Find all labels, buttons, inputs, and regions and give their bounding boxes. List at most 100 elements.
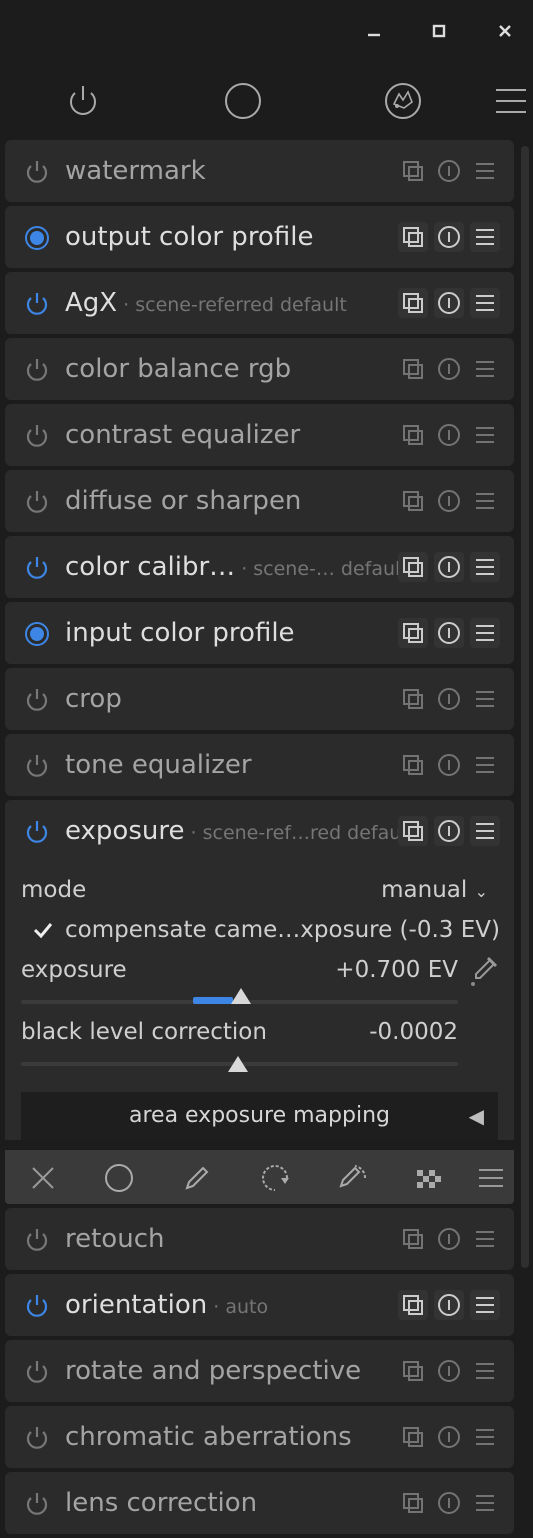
- power-icon[interactable]: [23, 356, 51, 384]
- presets-menu-icon[interactable]: [470, 1290, 500, 1320]
- presets-menu-icon[interactable]: [470, 552, 500, 582]
- close-x-icon[interactable]: [27, 1162, 59, 1194]
- presets-menu-icon[interactable]: [470, 816, 500, 846]
- power-icon[interactable]: [23, 1424, 51, 1452]
- presets-menu-icon[interactable]: [470, 618, 500, 648]
- minimize-icon[interactable]: [361, 18, 387, 44]
- module-chromatic-aberrations[interactable]: chromatic aberrations: [5, 1406, 514, 1468]
- power-icon[interactable]: [23, 158, 51, 186]
- reset-icon[interactable]: [434, 354, 464, 384]
- module-output-color-profile[interactable]: output color profile: [5, 206, 514, 268]
- pencil-icon[interactable]: [181, 1162, 213, 1194]
- black-level-slider[interactable]: black level correction -0.0002: [5, 1012, 514, 1072]
- area-exposure-mapping-button[interactable]: area exposure mapping ◀: [21, 1092, 498, 1140]
- presets-menu-icon[interactable]: [470, 354, 500, 384]
- mode-dropdown[interactable]: mode manual ⌄: [5, 870, 514, 910]
- reset-icon[interactable]: [434, 1488, 464, 1518]
- reset-icon[interactable]: [434, 1224, 464, 1254]
- module-orientation[interactable]: orientation · auto: [5, 1274, 514, 1336]
- menu-icon[interactable]: [490, 80, 532, 122]
- presets-menu-icon[interactable]: [470, 222, 500, 252]
- presets-menu-icon[interactable]: [470, 750, 500, 780]
- multi-instance-icon[interactable]: [398, 552, 428, 582]
- reset-icon[interactable]: [434, 420, 464, 450]
- close-icon[interactable]: [492, 18, 518, 44]
- module-color-balance-rgb[interactable]: color balance rgb: [5, 338, 514, 400]
- reset-icon[interactable]: [434, 750, 464, 780]
- exposure-header[interactable]: exposure · scene-ref…red default: [5, 800, 514, 862]
- black-level-slider-handle[interactable]: [228, 1056, 248, 1072]
- multi-instance-icon[interactable]: [398, 222, 428, 252]
- power-icon[interactable]: [23, 554, 51, 582]
- reset-icon[interactable]: [434, 486, 464, 516]
- drawn-parametric-brush-icon[interactable]: [337, 1162, 369, 1194]
- module-contrast-equalizer[interactable]: contrast equalizer: [5, 404, 514, 466]
- compensate-checkbox[interactable]: compensate came…xposure (-0.3 EV): [5, 910, 514, 950]
- power-icon[interactable]: [23, 224, 51, 252]
- reset-icon[interactable]: [434, 1290, 464, 1320]
- module-tone-equalizer[interactable]: tone equalizer: [5, 734, 514, 796]
- multi-instance-icon[interactable]: [398, 1290, 428, 1320]
- power-icon[interactable]: [23, 422, 51, 450]
- power-icon[interactable]: [23, 752, 51, 780]
- color-picker-icon[interactable]: [466, 954, 500, 988]
- multi-instance-icon[interactable]: [398, 1488, 428, 1518]
- reset-icon[interactable]: [434, 288, 464, 318]
- multi-instance-icon[interactable]: [398, 750, 428, 780]
- multi-instance-icon[interactable]: [398, 486, 428, 516]
- module-color-calibr[interactable]: color calibr… · scene-… default: [5, 536, 514, 598]
- presets-menu-icon[interactable]: [470, 1224, 500, 1254]
- reset-icon[interactable]: [434, 156, 464, 186]
- module-watermark[interactable]: watermark: [5, 140, 514, 202]
- presets-icon[interactable]: [382, 80, 424, 122]
- power-icon[interactable]: [23, 620, 51, 648]
- circle-icon[interactable]: [222, 80, 264, 122]
- reset-icon[interactable]: [434, 1356, 464, 1386]
- module-agx[interactable]: AgX · scene-referred default: [5, 272, 514, 334]
- reset-icon[interactable]: [434, 816, 464, 846]
- multi-instance-icon[interactable]: [398, 816, 428, 846]
- module-diffuse-or-sharpen[interactable]: diffuse or sharpen: [5, 470, 514, 532]
- reset-icon[interactable]: [434, 618, 464, 648]
- presets-menu-icon[interactable]: [470, 684, 500, 714]
- multi-instance-icon[interactable]: [398, 156, 428, 186]
- exposure-slider-handle[interactable]: [231, 988, 251, 1004]
- circle-mask-icon[interactable]: [103, 1162, 135, 1194]
- presets-menu-icon[interactable]: [470, 486, 500, 516]
- power-icon[interactable]: [23, 1358, 51, 1386]
- power-icon[interactable]: [62, 80, 104, 122]
- power-icon[interactable]: [23, 1490, 51, 1518]
- exposure-slider[interactable]: exposure +0.700 EV: [5, 950, 514, 1012]
- multi-instance-icon[interactable]: [398, 684, 428, 714]
- raster-mask-icon[interactable]: [413, 1162, 445, 1194]
- drawn-parametric-icon[interactable]: [259, 1162, 291, 1194]
- power-icon[interactable]: [23, 686, 51, 714]
- reset-icon[interactable]: [434, 552, 464, 582]
- multi-instance-icon[interactable]: [398, 354, 428, 384]
- maximize-icon[interactable]: [426, 18, 452, 44]
- multi-instance-icon[interactable]: [398, 618, 428, 648]
- power-icon[interactable]: [23, 1292, 51, 1320]
- multi-instance-icon[interactable]: [398, 1356, 428, 1386]
- reset-icon[interactable]: [434, 684, 464, 714]
- presets-menu-icon[interactable]: [470, 1356, 500, 1386]
- multi-instance-icon[interactable]: [398, 1422, 428, 1452]
- power-icon[interactable]: [23, 818, 51, 846]
- presets-menu-icon[interactable]: [470, 420, 500, 450]
- multi-instance-icon[interactable]: [398, 288, 428, 318]
- module-crop[interactable]: crop: [5, 668, 514, 730]
- presets-menu-icon[interactable]: [470, 1422, 500, 1452]
- reset-icon[interactable]: [434, 222, 464, 252]
- menu-icon[interactable]: [475, 1162, 507, 1194]
- presets-menu-icon[interactable]: [470, 288, 500, 318]
- multi-instance-icon[interactable]: [398, 420, 428, 450]
- power-icon[interactable]: [23, 488, 51, 516]
- module-retouch[interactable]: retouch: [5, 1208, 514, 1270]
- module-rotate-and-perspective[interactable]: rotate and perspective: [5, 1340, 514, 1402]
- presets-menu-icon[interactable]: [470, 156, 500, 186]
- power-icon[interactable]: [23, 290, 51, 318]
- scrollbar[interactable]: [521, 146, 529, 1268]
- presets-menu-icon[interactable]: [470, 1488, 500, 1518]
- multi-instance-icon[interactable]: [398, 1224, 428, 1254]
- power-icon[interactable]: [23, 1226, 51, 1254]
